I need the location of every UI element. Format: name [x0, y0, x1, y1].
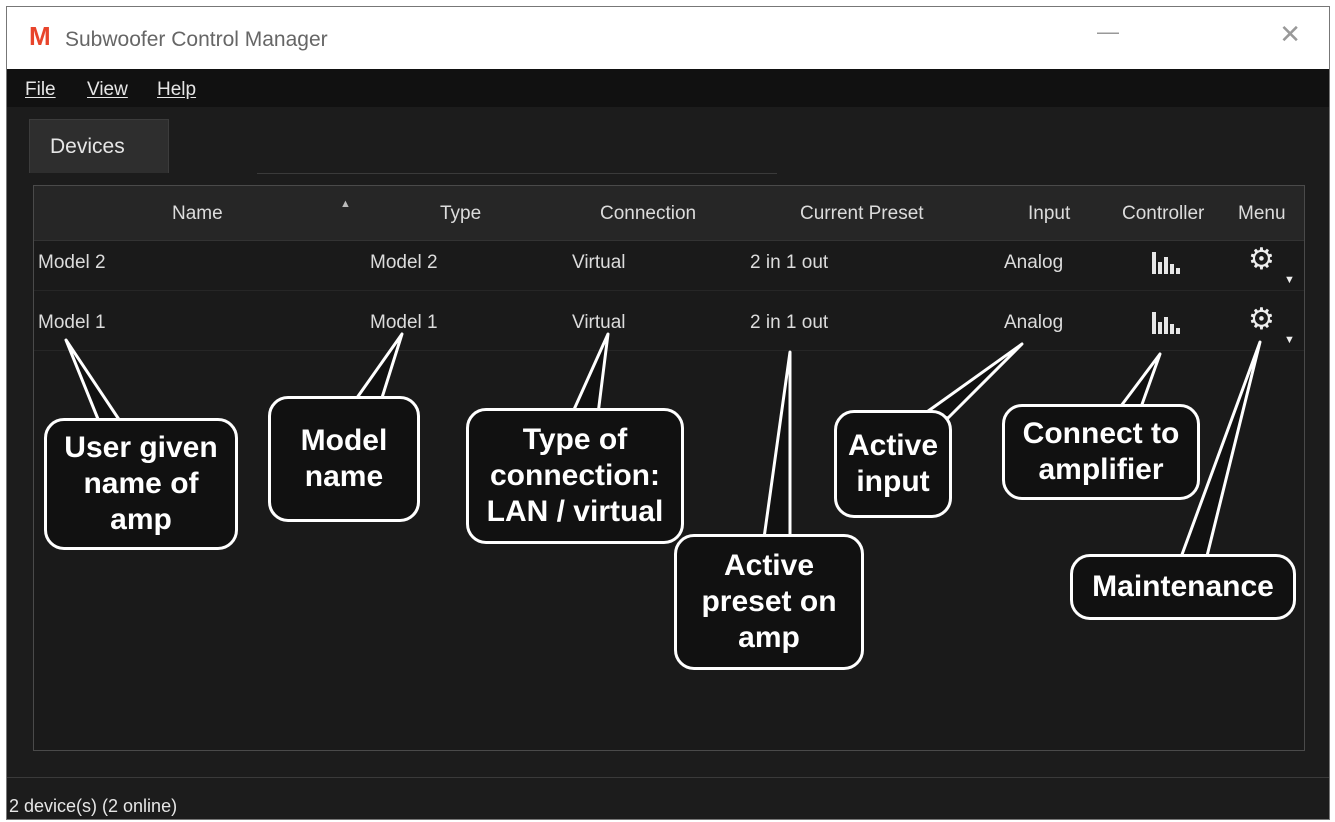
menu-file[interactable]: File	[25, 79, 56, 101]
cell-type: Model 2	[370, 252, 438, 273]
callout-active-input: Active input	[834, 410, 952, 518]
tab-label: Devices	[50, 135, 125, 158]
bar-chart-icon[interactable]	[1152, 312, 1180, 334]
tab-divider	[257, 173, 777, 174]
menu-bar: File View Help	[7, 69, 1329, 107]
close-button[interactable]: ✕	[1279, 19, 1301, 50]
row-divider	[34, 350, 1304, 351]
window-title: Subwoofer Control Manager	[65, 28, 328, 51]
row-divider	[34, 290, 1304, 291]
callout-active-preset: Active preset on amp	[674, 534, 864, 670]
column-header-name[interactable]: Name	[172, 203, 223, 225]
column-header-connection[interactable]: Connection	[600, 203, 696, 225]
column-header-type[interactable]: Type	[440, 203, 481, 225]
chevron-down-icon[interactable]: ▼	[1284, 274, 1295, 286]
menu-help[interactable]: Help	[157, 79, 196, 101]
title-bar: M Subwoofer Control Manager — ✕	[7, 7, 1329, 69]
sort-ascending-icon: ▲	[340, 198, 351, 210]
column-header-current-preset[interactable]: Current Preset	[800, 203, 924, 225]
callout-connect-amplifier: Connect to amplifier	[1002, 404, 1200, 500]
column-header-controller[interactable]: Controller	[1122, 203, 1204, 225]
tab-devices[interactable]: Devices	[29, 119, 169, 173]
cell-name: Model 1	[38, 312, 106, 333]
cell-input: Analog	[1004, 252, 1064, 273]
bar-chart-icon[interactable]	[1152, 252, 1180, 274]
cell-connection: Virtual	[572, 252, 626, 273]
cell-connection: Virtual	[572, 312, 626, 333]
cell-name: Model 2	[38, 252, 106, 273]
callout-user-name: User given name of amp	[44, 418, 238, 550]
status-bar: 2 device(s) (2 online)	[7, 777, 1329, 819]
device-count-status: 2 device(s) (2 online)	[9, 796, 178, 816]
gear-icon[interactable]: ⚙	[1248, 245, 1275, 275]
column-header-input[interactable]: Input	[1028, 203, 1070, 225]
cell-current-preset: 2 in 1 out	[750, 312, 829, 333]
column-header-menu[interactable]: Menu	[1238, 203, 1286, 225]
callout-connection-type: Type of connection: LAN / virtual	[466, 408, 684, 544]
minimize-button[interactable]: —	[1097, 19, 1119, 45]
chevron-down-icon[interactable]: ▼	[1284, 334, 1295, 346]
cell-current-preset: 2 in 1 out	[750, 252, 829, 273]
cell-input: Analog	[1004, 312, 1064, 333]
menu-view[interactable]: View	[87, 79, 128, 101]
table-header: Name ▲ Type Connection Current Preset In…	[34, 186, 1304, 241]
gear-icon[interactable]: ⚙	[1248, 305, 1275, 335]
callout-model-name: Model name	[268, 396, 420, 522]
app-logo: M	[29, 21, 51, 51]
callout-maintenance: Maintenance	[1070, 554, 1296, 620]
cell-type: Model 1	[370, 312, 438, 333]
